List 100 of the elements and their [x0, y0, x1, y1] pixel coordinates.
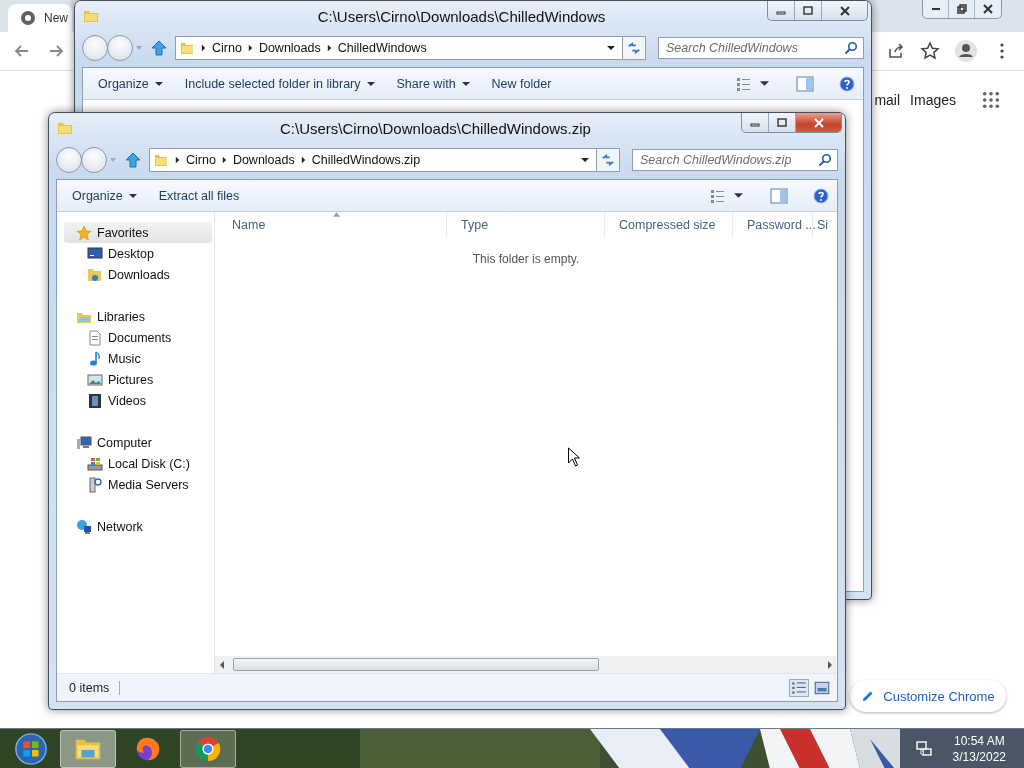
forward-button[interactable] — [81, 147, 107, 173]
film-icon — [87, 392, 103, 409]
mouse-cursor-icon — [567, 447, 580, 467]
sidebar-item[interactable]: Documents — [64, 327, 212, 348]
pencil-icon — [861, 689, 876, 703]
caret-icon — [154, 79, 163, 88]
close-icon — [838, 5, 851, 16]
chrome-logo-icon — [193, 734, 223, 764]
details-view-icon[interactable] — [789, 678, 809, 697]
forward-button[interactable] — [107, 35, 133, 61]
toolbar-button[interactable]: Share with — [387, 72, 479, 95]
chevron-icon — [175, 156, 180, 164]
computer-icon — [76, 434, 92, 451]
caret-icon — [581, 156, 589, 164]
star-icon[interactable] — [920, 41, 940, 61]
document-icon — [87, 329, 103, 346]
help-icon[interactable] — [839, 75, 855, 92]
restore-icon — [955, 3, 968, 15]
sidebar-item[interactable]: Favorites — [64, 222, 212, 243]
scroll-left-icon[interactable] — [219, 660, 225, 669]
chevron-icon — [300, 156, 306, 164]
toolbar-button[interactable]: New folder — [482, 72, 561, 95]
caret-icon — [461, 79, 470, 88]
column-header[interactable]: Password ... — [733, 212, 813, 238]
caret-icon[interactable] — [734, 191, 743, 200]
chevron-icon — [326, 44, 332, 52]
search-field[interactable]: Search ChilledWindows — [658, 37, 864, 59]
caret-icon — [366, 79, 375, 88]
column-header[interactable]: Name — [219, 212, 447, 238]
toolbar-button[interactable]: Organize — [89, 72, 172, 95]
column-header[interactable]: Compressed size — [605, 212, 733, 238]
scroll-right-icon[interactable] — [827, 660, 833, 669]
column-header[interactable]: Type — [447, 212, 605, 238]
sidebar-item[interactable]: Media Servers — [64, 474, 212, 495]
folder-icon — [83, 8, 99, 24]
back-button[interactable] — [82, 35, 108, 61]
customize-chrome-button[interactable]: Customize Chrome — [850, 680, 1006, 712]
sidebar-item[interactable]: Music — [64, 348, 212, 369]
sidebar-item[interactable]: Pictures — [64, 369, 212, 390]
folder-icon — [179, 40, 195, 56]
disk-drive-icon — [87, 455, 103, 472]
profile-avatar-icon[interactable] — [954, 39, 978, 63]
item-count: 0 items — [69, 680, 121, 695]
search-icon[interactable] — [844, 41, 858, 55]
up-arrow-icon[interactable] — [125, 152, 141, 168]
close-icon — [982, 3, 994, 15]
refresh-icon — [601, 153, 615, 167]
caret-icon[interactable] — [760, 79, 769, 88]
toolbar-button[interactable]: Include selected folder in library — [175, 72, 384, 95]
refresh-button[interactable] — [596, 148, 620, 172]
network-icon — [76, 518, 92, 535]
share-icon[interactable] — [886, 41, 906, 61]
minimize-icon — [931, 8, 940, 10]
server-icon — [87, 476, 103, 493]
sort-arrow-icon — [332, 212, 340, 217]
monitor-icon — [87, 245, 103, 262]
sidebar-item[interactable]: Desktop — [64, 243, 212, 264]
sidebar-item[interactable]: Videos — [64, 390, 212, 411]
chevron-icon — [201, 44, 206, 52]
horizontal-scrollbar[interactable] — [215, 656, 837, 673]
caret-icon — [128, 191, 137, 200]
taskbar-app-button[interactable] — [60, 730, 116, 768]
folder-icon — [57, 120, 73, 136]
image-icon — [87, 371, 103, 388]
search-field[interactable]: Search ChilledWindows.zip — [632, 149, 838, 171]
sidebar-item[interactable]: Downloads — [64, 264, 212, 285]
folder-icon — [153, 152, 169, 168]
address-bar[interactable]: Cirno Downloads ChilledWindows.zip — [149, 148, 597, 172]
help-icon[interactable] — [813, 187, 829, 204]
window-title: C:\Users\Cirno\Downloads\ChilledWindows.zip — [279, 119, 592, 137]
refresh-button[interactable] — [622, 36, 646, 60]
network-icon[interactable] — [914, 740, 933, 758]
empty-folder-message: This folder is empty. — [472, 252, 580, 268]
maximize-icon — [802, 5, 814, 16]
header-link[interactable]: Images — [910, 92, 956, 108]
folder-icon — [87, 266, 103, 283]
chrome-logo-icon — [20, 10, 36, 26]
star-icon — [76, 224, 92, 241]
large-icons-view-icon[interactable] — [813, 679, 831, 696]
address-bar[interactable]: Cirno Downloads ChilledWindows — [175, 36, 623, 60]
sidebar-item[interactable]: Network — [64, 516, 212, 537]
search-icon[interactable] — [818, 153, 832, 167]
taskbar-app-button[interactable] — [180, 730, 236, 768]
up-arrow-icon[interactable] — [151, 40, 167, 56]
caret-icon — [607, 44, 615, 52]
maximize-icon — [776, 117, 788, 128]
sidebar-item[interactable]: Local Disk (C:) — [64, 453, 212, 474]
toolbar-button[interactable]: Organize — [63, 184, 146, 207]
apps-grid-icon[interactable] — [982, 91, 1000, 109]
refresh-icon — [627, 41, 641, 55]
music-note-icon — [87, 350, 103, 367]
browser-tab[interactable]: New — [8, 4, 72, 32]
toolbar-button[interactable]: Extract all files — [149, 184, 249, 207]
chevron-icon — [221, 156, 227, 164]
sidebar-item[interactable]: Computer — [64, 432, 212, 453]
sidebar-item[interactable]: Libraries — [64, 306, 212, 327]
window-title: C:\Users\Cirno\Downloads\ChilledWindows — [316, 7, 607, 25]
header-link[interactable]: mail — [874, 92, 901, 108]
chevron-icon — [247, 44, 253, 52]
back-button[interactable] — [56, 147, 82, 173]
